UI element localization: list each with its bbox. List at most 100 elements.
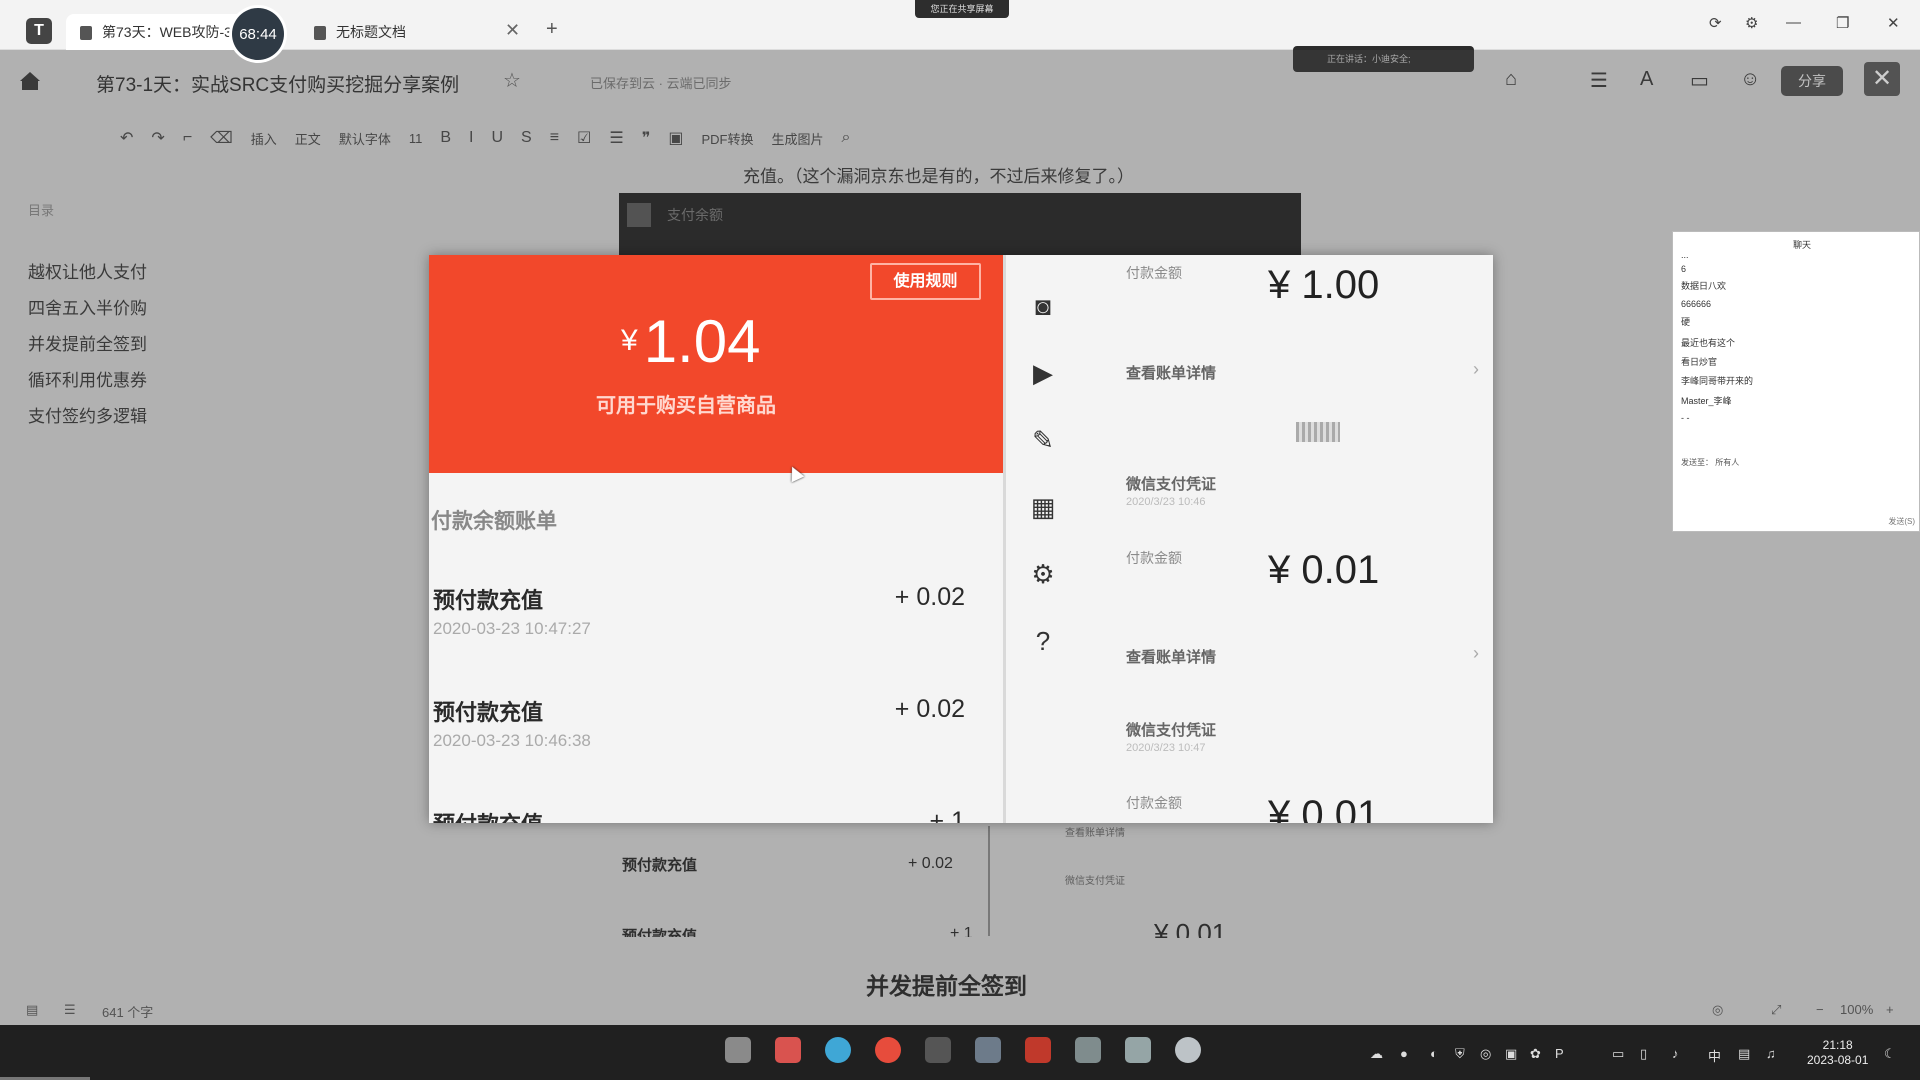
chat-message: 硬 <box>1681 317 1691 327</box>
tab-label: 第73天：WEB攻防-3 <box>102 24 232 40</box>
tab-doc-73[interactable]: 第73天：WEB攻防-3 <box>66 14 246 50</box>
chat-message: 李峰同哥带开来的 <box>1681 376 1754 386</box>
cloud-app-icon[interactable] <box>975 1037 1001 1063</box>
tray-app-icon[interactable]: ● <box>1400 1046 1408 1061</box>
browser-titlebar: T 第73天：WEB攻防-3 无标题文档 ✕ + 您正在共享屏幕 ⟳ ⚙ — ❐… <box>0 0 1920 50</box>
payment-date: 2020/3/23 10:46 <box>1126 496 1206 508</box>
ledger-title: 付款余额账单 <box>431 510 557 533</box>
folder-icon[interactable] <box>775 1037 801 1063</box>
notification-center-icon[interactable]: ☾ <box>1884 1046 1896 1062</box>
payment-voucher-label: 微信支付凭证 <box>1126 476 1217 493</box>
chat-message: 6 <box>1681 264 1687 274</box>
image-preview-popup: 使用规则 ¥1.04 可用于购买自营商品 付款余额账单 预付款充值 2020-0… <box>429 255 1493 823</box>
payment-amount: ¥ 0.01 <box>1268 793 1380 823</box>
chat-message: 看日炒官 <box>1681 357 1718 367</box>
balance-screen: 使用规则 ¥1.04 可用于购买自营商品 付款余额账单 预付款充值 2020-0… <box>429 255 1003 823</box>
shield-icon[interactable]: ⛨ <box>1455 1046 1465 1062</box>
tray-app-icon[interactable]: ▣ <box>1505 1046 1517 1062</box>
ledger-row-date: 2020-03-23 10:46:38 <box>433 731 591 750</box>
currency-symbol: ¥ <box>621 324 638 357</box>
minimize-icon[interactable]: — <box>1786 14 1801 31</box>
document-icon <box>314 26 326 40</box>
display-icon[interactable]: ▭ <box>1612 1046 1624 1062</box>
settings-icon[interactable]: ⚙ <box>1026 557 1060 591</box>
settings-icon[interactable]: ⚙ <box>1745 14 1758 32</box>
clock-time: 21:18 <box>1822 1038 1853 1052</box>
send-to-select[interactable]: 所有人 <box>1715 458 1739 467</box>
ledger-row-title: 预付款充值 <box>433 807 543 823</box>
tray-app-icon[interactable]: ☁ <box>1370 1046 1383 1062</box>
tray-app-icon[interactable]: ◐ <box>1430 1046 1438 1061</box>
payment-amount-label: 付款金额 <box>1126 550 1182 566</box>
ledger-row-amount: + 1 <box>929 807 965 823</box>
tab-untitled-doc[interactable]: 无标题文档 <box>300 14 520 50</box>
screen-share-banner: 您正在共享屏幕 <box>915 0 1009 18</box>
wps-icon[interactable] <box>1025 1037 1051 1063</box>
chat-panel: 聊天 ... 6 数据日八欢 666666 硬 最近也有这个 看日炒官 李峰同哥… <box>1672 231 1920 532</box>
send-to-label: 发送至： 所有人 <box>1681 458 1740 467</box>
tray-app-icon[interactable]: P <box>1555 1046 1564 1061</box>
tray-app-icon[interactable]: ◎ <box>1480 1046 1491 1062</box>
view-bill-link[interactable]: 查看账单详情 <box>1126 646 1216 667</box>
chat-message: 666666 <box>1681 299 1712 309</box>
balance-card: 使用规则 ¥1.04 可用于购买自营商品 <box>429 255 1003 473</box>
ledger-row[interactable]: 预付款充值 2020-03-23 10:46:38 + 0.02 <box>429 695 1003 805</box>
payment-records-screen: ◙ ▶ ✎ ▦ ⚙ ? 付款金额 ¥ 1.00 查看账单详情 › 微信支付凭证 … <box>1006 255 1493 823</box>
chat-message: 最近也有这个 <box>1681 338 1736 348</box>
ledger-row-amount: + 0.02 <box>894 583 965 611</box>
tab-label: 无标题文档 <box>336 24 406 40</box>
send-button[interactable]: 发送(S) <box>1888 516 1915 527</box>
network-icon[interactable]: ▤ <box>1738 1046 1750 1062</box>
balance-subtitle: 可用于购买自营商品 <box>596 395 776 417</box>
chrome-browser-icon[interactable] <box>875 1037 901 1063</box>
payment-amount-label: 付款金额 <box>1126 265 1182 281</box>
notes-app-icon[interactable] <box>1125 1037 1151 1063</box>
usage-rules-button[interactable]: 使用规则 <box>870 263 981 300</box>
taskbar <box>0 1025 1920 1080</box>
tray-app-icon[interactable]: ✿ <box>1530 1046 1541 1062</box>
remote-desktop-icon[interactable] <box>1075 1037 1101 1063</box>
volume-icon[interactable]: ♫ <box>1766 1046 1776 1061</box>
tab-close-icon[interactable]: ✕ <box>505 20 520 41</box>
chevron-right-icon: › <box>1473 643 1479 663</box>
microphone-icon[interactable]: ♪ <box>1672 1046 1679 1061</box>
edge-browser-icon[interactable] <box>825 1037 851 1063</box>
close-window-icon[interactable]: ✕ <box>1887 14 1900 32</box>
balance-value: 1.04 <box>643 308 761 375</box>
payment-date: 2020/3/23 10:47 <box>1126 742 1206 754</box>
pen-icon[interactable]: ✎ <box>1026 423 1060 457</box>
ledger-row-amount: + 0.02 <box>894 695 965 723</box>
file-manager-icon[interactable] <box>725 1037 751 1063</box>
clock-date: 2023-08-01 <box>1807 1053 1869 1067</box>
view-bill-link[interactable]: 查看账单详情 <box>1126 362 1216 383</box>
tencent-docs-icon[interactable] <box>925 1037 951 1063</box>
blurred-image <box>1296 422 1340 442</box>
clock[interactable]: 21:18 2023-08-01 <box>1807 1038 1868 1068</box>
paint-app-icon[interactable] <box>1175 1037 1201 1063</box>
ledger-row[interactable]: 预付款充值 2020-03-23 10:47:27 + 0.02 <box>429 583 1003 693</box>
timer-badge: 68:44 <box>232 8 284 60</box>
battery-icon[interactable]: ▯ <box>1640 1046 1647 1062</box>
document-icon <box>80 26 92 40</box>
payment-amount: ¥ 1.00 <box>1268 263 1380 307</box>
screen-record-icon[interactable]: ▦ <box>1026 490 1060 524</box>
chat-message: 数据日八欢 <box>1681 281 1727 291</box>
chat-message: Master_李峰 <box>1681 396 1732 406</box>
balance-amount: ¥1.04 <box>621 307 760 376</box>
payment-amount-label: 付款金额 <box>1126 795 1182 811</box>
chevron-right-icon: › <box>1473 359 1479 379</box>
ledger-row-title: 预付款充值 <box>433 588 544 613</box>
new-tab-icon[interactable]: + <box>546 18 558 41</box>
app-logo-icon[interactable]: T <box>26 18 52 44</box>
help-icon[interactable]: ? <box>1026 624 1060 658</box>
payment-amount: ¥ 0.01 <box>1268 548 1380 592</box>
ime-indicator[interactable]: 中 <box>1708 1046 1721 1065</box>
restore-icon[interactable]: ❐ <box>1836 14 1849 32</box>
refresh-icon[interactable]: ⟳ <box>1709 14 1722 32</box>
camera-icon[interactable]: ◙ <box>1026 289 1060 323</box>
video-camera-icon[interactable]: ▶ <box>1026 356 1060 390</box>
chat-title: 聊天 <box>1793 240 1812 250</box>
chat-message: ... <box>1681 250 1689 260</box>
ledger-row[interactable]: 预付款充值 + 1 <box>429 807 1003 823</box>
payment-voucher-label: 微信支付凭证 <box>1126 722 1217 739</box>
